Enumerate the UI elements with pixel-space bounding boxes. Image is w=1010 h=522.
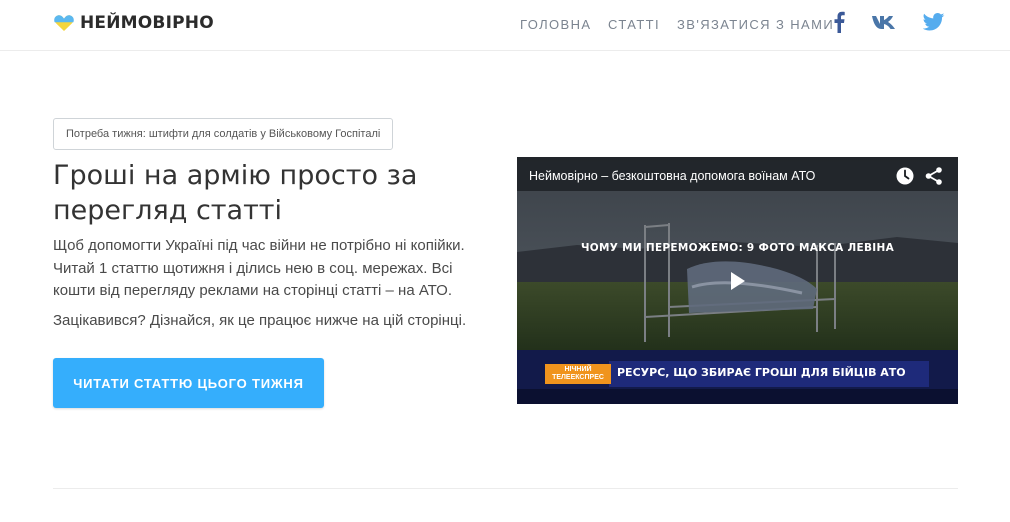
nav-link-home[interactable]: ГОЛОВНА [520, 17, 591, 32]
video-player[interactable]: Неймовірно – безкоштовна допомога воїнам… [517, 157, 958, 404]
top-navigation-bar: НЕЙМОВІРНО ГОЛОВНА СТАТТІ ЗВ'ЯЗАТИСЯ З Н… [0, 0, 1010, 51]
weekly-need-badge: Потреба тижня: штифти для солдатів у Вій… [53, 118, 394, 150]
vk-icon [872, 16, 895, 29]
news-badge-line-1: НІЧНИЙ [564, 366, 592, 373]
brand-name: НЕЙМОВІРНО [80, 13, 214, 33]
brand-logo-link[interactable]: НЕЙМОВІРНО [54, 13, 214, 33]
hero-note: Зацікавився? Дізнайся, як це працює нижч… [53, 312, 467, 329]
facebook-link[interactable] [832, 10, 846, 34]
heart-logo-icon [54, 15, 74, 31]
video-title[interactable]: Неймовірно – безкоштовна допомога воїнам… [529, 169, 815, 183]
video-caption: ЧОМУ МИ ПЕРЕМОЖЕМО: 9 ФОТО МАКСА ЛЕВІНА [580, 242, 895, 254]
section-divider [53, 488, 958, 489]
news-badge-line-2: ТЕЛЕЕКСПРЕС [552, 374, 604, 381]
watch-later-icon[interactable] [895, 166, 915, 186]
hero-description: Щоб допомогти Україні під час війни не п… [53, 237, 465, 299]
news-ticker-text: РЕСУРС, ЩО ЗБИРАЄ ГРОШІ ДЛЯ БІЙЦІВ АТО [617, 366, 906, 379]
news-program-badge: НІЧНИЙ ТЕЛЕЕКСПРЕС [545, 364, 611, 384]
twitter-icon [923, 13, 945, 31]
hero-title: Гроші на армію просто за перегляд статті [53, 160, 418, 226]
facebook-icon [834, 11, 845, 33]
vk-link[interactable] [870, 10, 898, 34]
read-weekly-article-button[interactable]: ЧИТАТИ СТАТТЮ ЦЬОГО ТИЖНЯ [53, 358, 324, 408]
twitter-link[interactable] [922, 10, 946, 34]
nav-link-articles[interactable]: СТАТТІ [608, 17, 660, 32]
share-icon[interactable] [924, 166, 944, 186]
nav-link-contact[interactable]: ЗВ'ЯЗАТИСЯ З НАМИ [677, 17, 834, 32]
play-icon[interactable] [725, 269, 749, 293]
